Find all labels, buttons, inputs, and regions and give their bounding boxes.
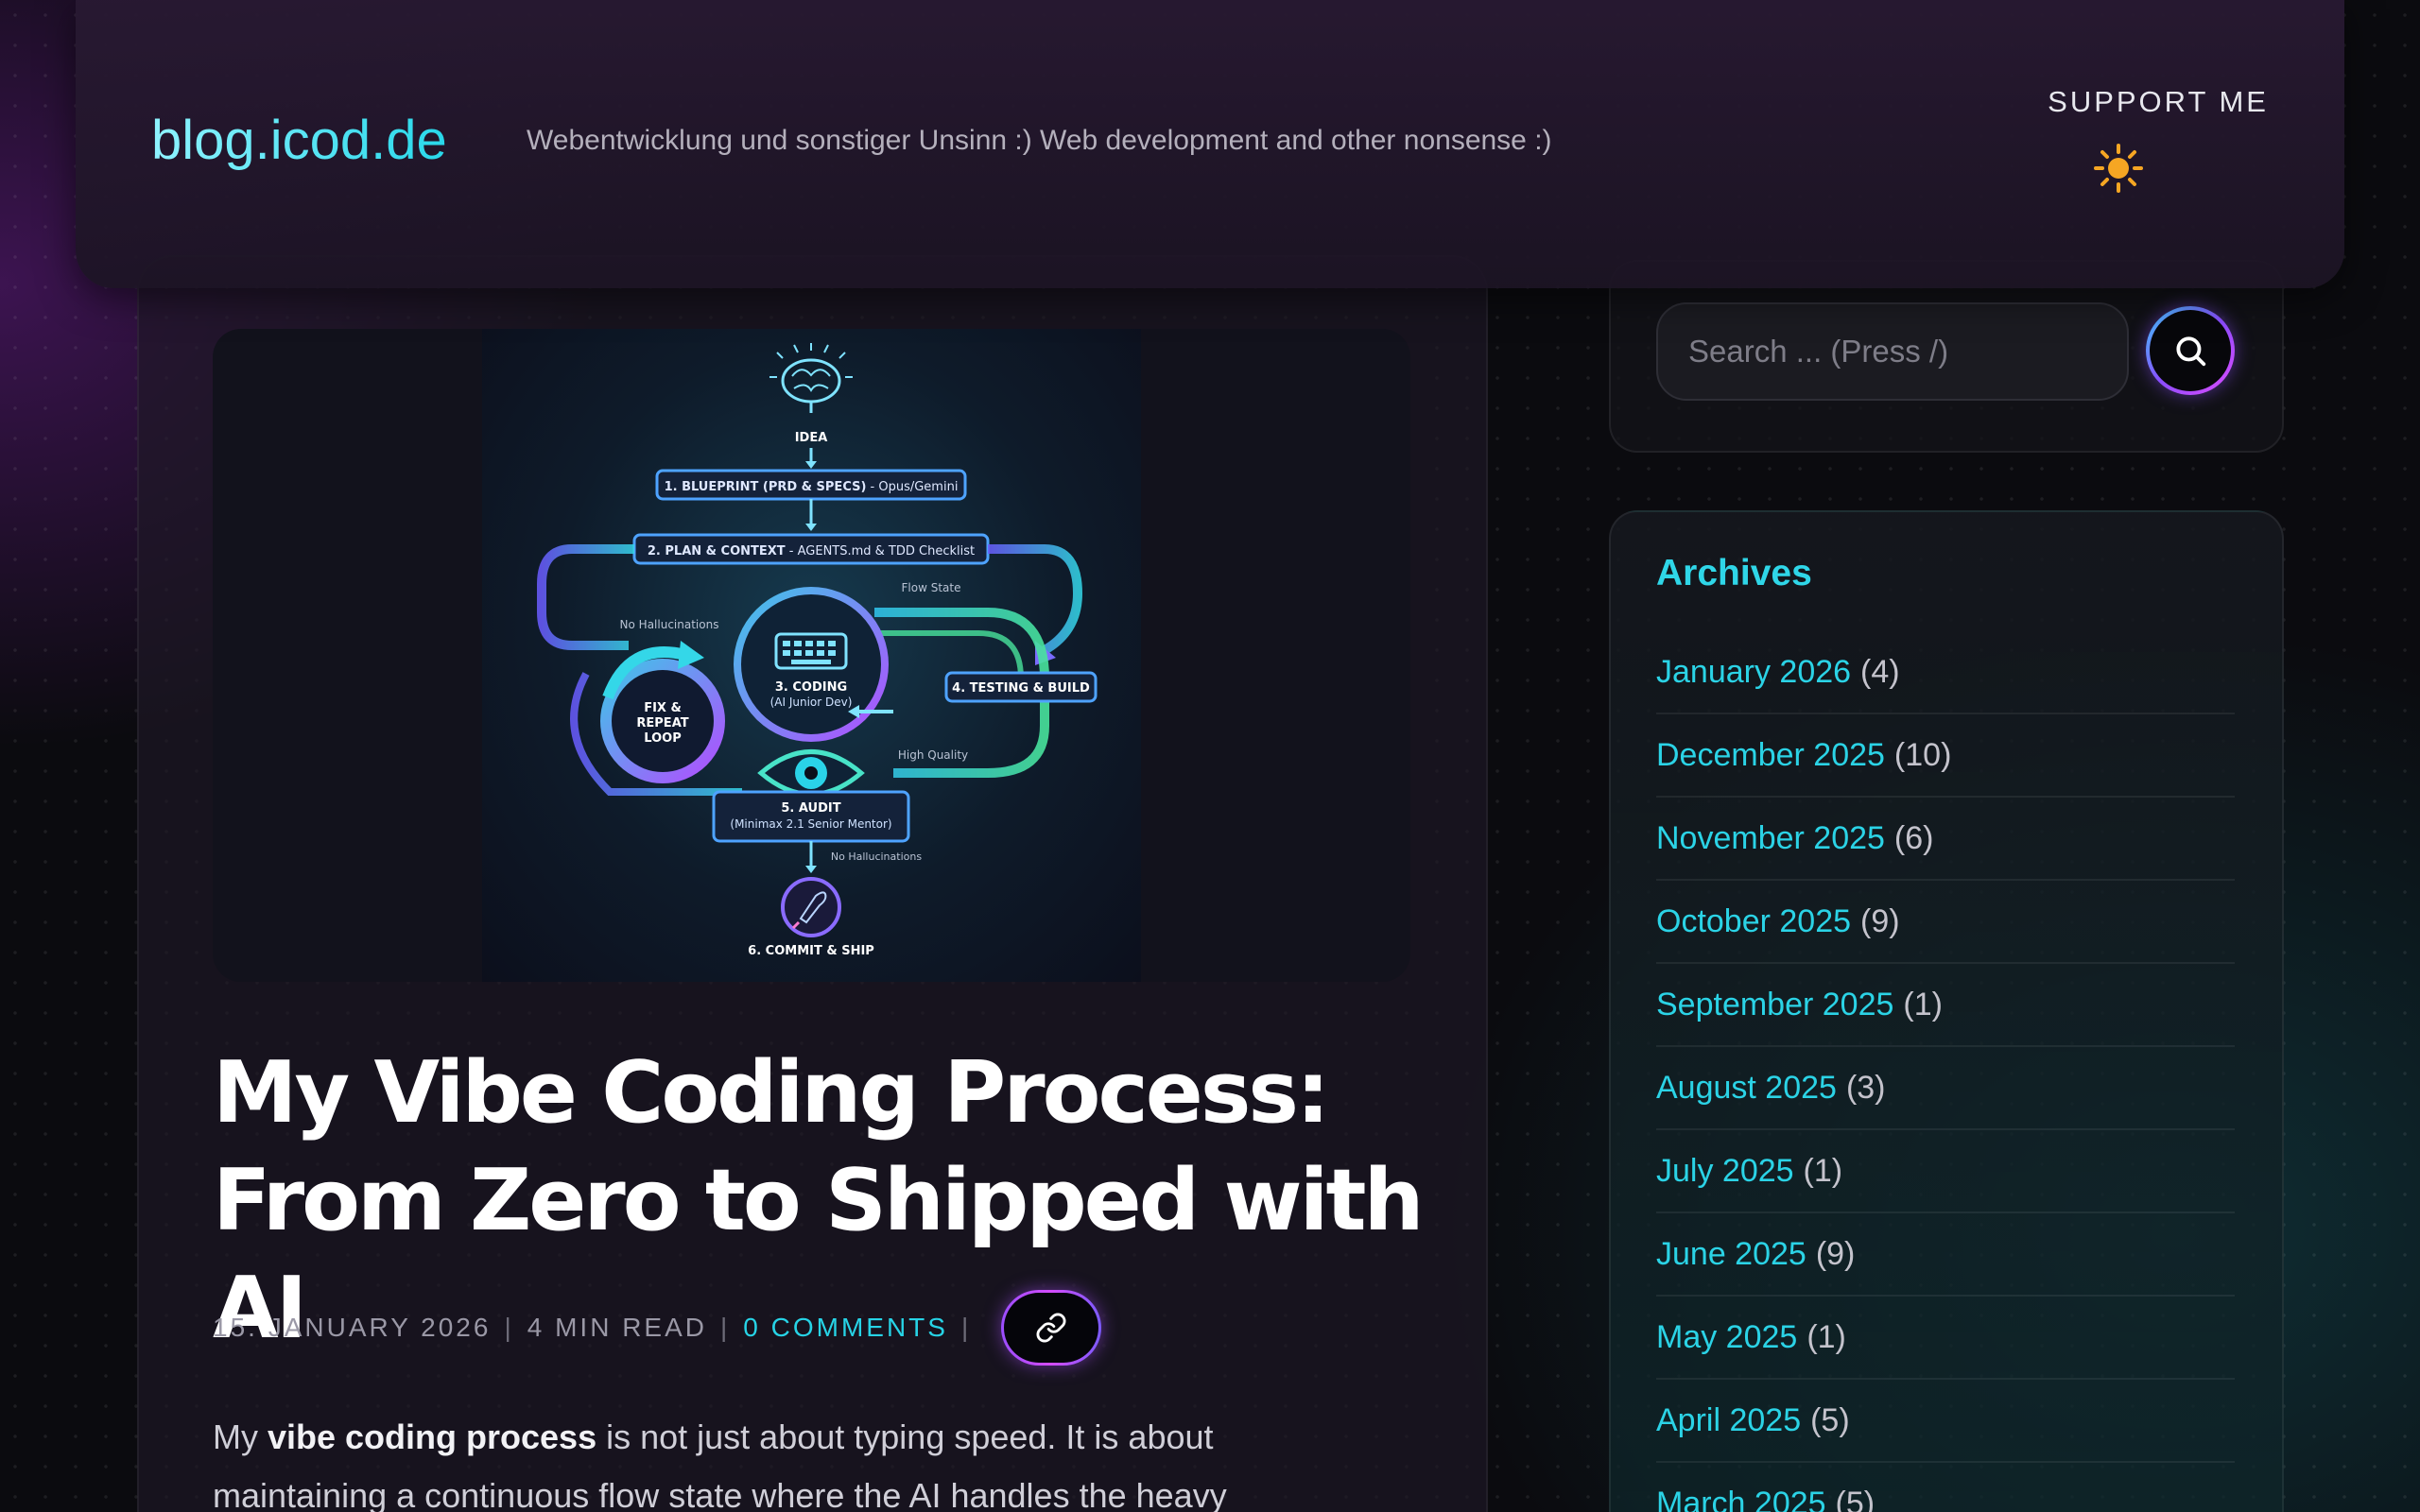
- lead-prefix: My: [213, 1418, 268, 1456]
- diagram-idea-label: IDEA: [795, 431, 828, 445]
- svg-text:1. BLUEPRINT (PRD & SPECS) - O: 1. BLUEPRINT (PRD & SPECS) - Opus/Gemini: [665, 480, 959, 494]
- archive-count: (5): [1835, 1485, 1876, 1512]
- hero-image[interactable]: IDEA 1. BLUEPRINT (PRD & SPECS) - Opus/G…: [213, 329, 1410, 982]
- archive-count: (10): [1893, 736, 1952, 773]
- diagram-step3-label: 3. CODING: [775, 680, 847, 695]
- meta-separator: |: [719, 1313, 731, 1342]
- archive-count: (1): [1903, 986, 1943, 1022]
- site-title-link[interactable]: blog.icod.de: [151, 109, 447, 172]
- search-icon: [2176, 336, 2206, 367]
- svg-text:2. PLAN & CONTEXT - AGENTS.md: 2. PLAN & CONTEXT - AGENTS.md & TDD Chec…: [648, 544, 975, 558]
- archive-link[interactable]: November 2025: [1656, 820, 1885, 857]
- search-button[interactable]: [2146, 306, 2235, 395]
- archive-item: November 2025 (6): [1656, 798, 2235, 881]
- archive-link[interactable]: September 2025: [1656, 987, 1893, 1023]
- archive-item: August 2025 (3): [1656, 1047, 2235, 1130]
- diagram-no-hallucinations-top: No Hallucinations: [620, 618, 719, 631]
- diagram-step2-detail: - AGENTS.md & TDD Checklist: [786, 544, 975, 558]
- archive-link[interactable]: January 2026: [1656, 654, 1851, 691]
- diagram-no-hallucinations-bottom: No Hallucinations: [831, 850, 922, 863]
- archive-count: (3): [1845, 1069, 1886, 1106]
- archive-count: (5): [1810, 1401, 1850, 1438]
- archive-link[interactable]: April 2025: [1656, 1402, 1801, 1439]
- archive-item: March 2025 (5): [1656, 1463, 2235, 1512]
- archive-link[interactable]: June 2025: [1656, 1236, 1806, 1273]
- diagram-step2-label: 2. PLAN & CONTEXT: [648, 544, 786, 558]
- post-date: 15. JANUARY 2026: [213, 1313, 492, 1342]
- diagram-loop-line1: FIX &: [644, 701, 682, 715]
- eye-icon: [757, 749, 865, 797]
- archive-link[interactable]: August 2025: [1656, 1070, 1837, 1107]
- archive-item: September 2025 (1): [1656, 964, 2235, 1047]
- archive-count: (4): [1860, 653, 1900, 690]
- post-meta: 15. JANUARY 2026 | 4 MIN READ | 0 COMMEN…: [213, 1290, 1101, 1366]
- rocket-icon: [781, 877, 841, 937]
- permalink-button[interactable]: [1001, 1290, 1101, 1366]
- archive-count: (6): [1893, 819, 1934, 856]
- meta-separator: |: [504, 1313, 514, 1342]
- archive-count: (9): [1815, 1235, 1856, 1272]
- archive-link[interactable]: December 2025: [1656, 737, 1885, 774]
- archive-count: (1): [1803, 1152, 1843, 1189]
- diagram-step4-label: 4. TESTING & BUILD: [952, 681, 1090, 696]
- theme-toggle-button[interactable]: [2092, 142, 2145, 195]
- diagram-step5-sub: (Minimax 2.1 Senior Mentor): [730, 817, 891, 831]
- post-lead-paragraph: My vibe coding process is not just about…: [213, 1408, 1347, 1512]
- archive-link[interactable]: October 2025: [1656, 903, 1851, 940]
- post-title-line1: My Vibe Coding Process:: [213, 1043, 1330, 1143]
- search-input[interactable]: [1656, 302, 2129, 401]
- sun-icon: [2094, 144, 2143, 193]
- site-header: blog.icod.de Webentwicklung und sonstige…: [76, 0, 2344, 288]
- archive-item: January 2026 (4): [1656, 631, 2235, 714]
- support-me-link[interactable]: SUPPORT ME: [2048, 85, 2269, 119]
- archive-item: July 2025 (1): [1656, 1130, 2235, 1213]
- diagram-step6-label: 6. COMMIT & SHIP: [748, 944, 874, 958]
- diagram-loop-line2: REPEAT: [636, 716, 688, 730]
- archive-item: April 2025 (5): [1656, 1380, 2235, 1463]
- archive-item: December 2025 (10): [1656, 714, 2235, 798]
- link-icon: [1036, 1313, 1066, 1343]
- archive-count: (9): [1860, 902, 1900, 939]
- archive-item: October 2025 (9): [1656, 881, 2235, 964]
- archive-count: (1): [1806, 1318, 1846, 1355]
- post-read-time: 4 MIN READ: [527, 1313, 707, 1342]
- post-comments-link[interactable]: 0 COMMENTS: [743, 1313, 948, 1343]
- diagram-step3-sub: (AI Junior Dev): [770, 696, 853, 709]
- archive-link[interactable]: July 2025: [1656, 1153, 1794, 1190]
- diagram-step1-detail: - Opus/Gemini: [866, 480, 958, 494]
- archive-list: January 2026 (4) December 2025 (10) Novemb…: [1656, 631, 2235, 1512]
- archive-item: May 2025 (1): [1656, 1297, 2235, 1380]
- archives-title: Archives: [1656, 553, 1812, 593]
- diagram-step1-label: 1. BLUEPRINT (PRD & SPECS): [665, 480, 867, 494]
- meta-separator: |: [960, 1313, 972, 1342]
- diagram-high-quality: High Quality: [898, 748, 968, 762]
- diagram-step5-label: 5. AUDIT: [781, 801, 840, 816]
- brain-icon: [769, 343, 853, 413]
- workflow-diagram: IDEA 1. BLUEPRINT (PRD & SPECS) - Opus/G…: [537, 343, 1098, 958]
- archive-link[interactable]: March 2025: [1656, 1486, 1826, 1512]
- lead-bold-term: vibe coding process: [268, 1418, 597, 1456]
- archive-link[interactable]: May 2025: [1656, 1319, 1797, 1356]
- diagram-flow-state: Flow State: [902, 581, 961, 594]
- diagram-loop-line3: LOOP: [644, 731, 681, 746]
- archive-item: June 2025 (9): [1656, 1213, 2235, 1297]
- site-tagline: Webentwicklung und sonstiger Unsinn :) W…: [527, 125, 1552, 156]
